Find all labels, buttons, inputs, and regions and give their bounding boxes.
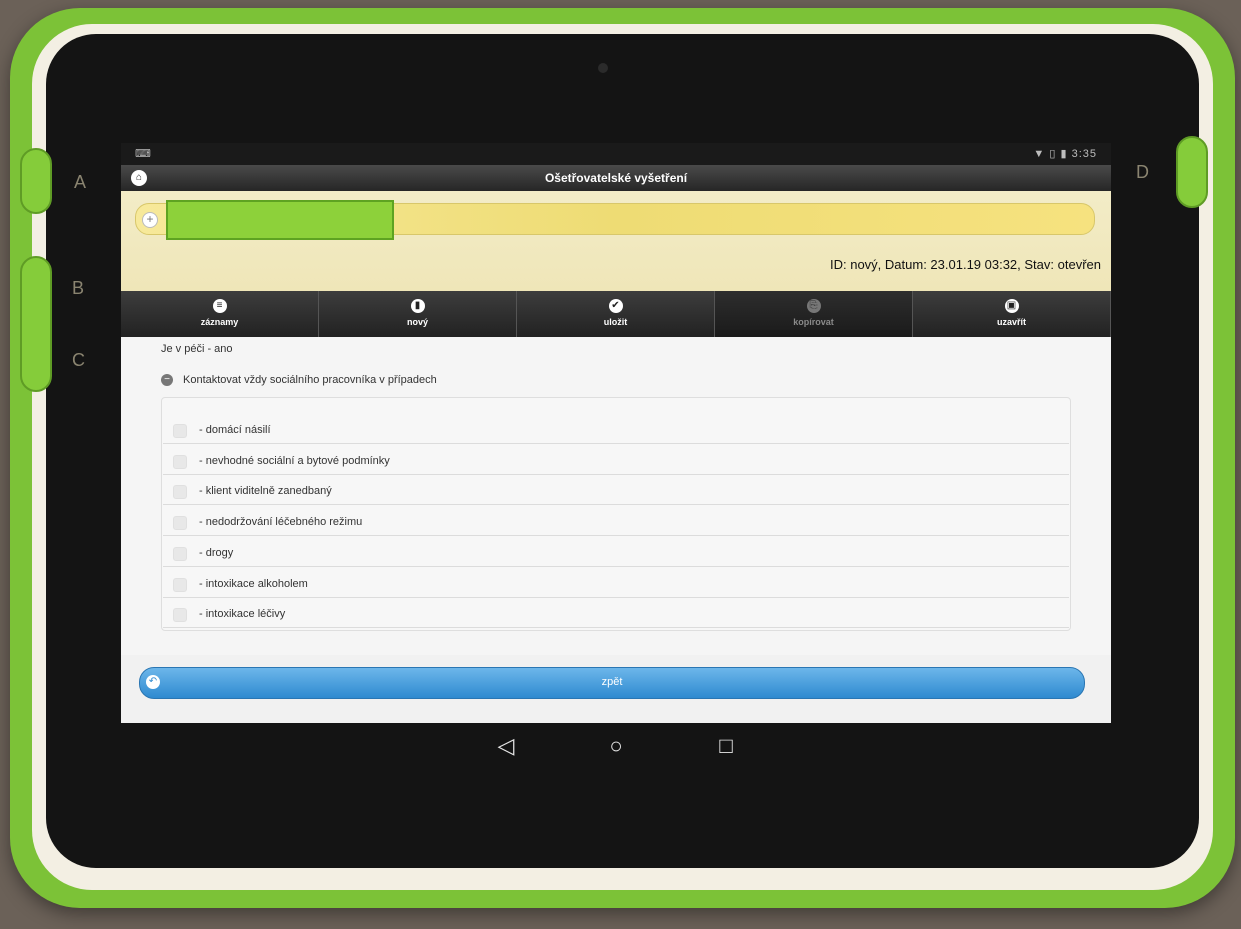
side-key-a[interactable] (20, 148, 52, 214)
tab-ulozit[interactable]: ✔ uložit (517, 291, 715, 337)
tab-label: nový (406, 317, 428, 327)
toolbar: ≡ záznamy ▮ nový ✔ uložit ⎘ kopírovat ▣ … (121, 291, 1111, 337)
status-indicators: ▼ ▯ ▮ 3:35 (1033, 147, 1097, 160)
checkbox[interactable] (173, 578, 187, 592)
tab-label: kopírovat (793, 317, 834, 327)
nav-back-icon[interactable]: ◁ (486, 733, 526, 759)
keyboard-icon: ⌨ (135, 148, 151, 160)
option-label: - intoxikace léčivy (199, 608, 286, 620)
tab-label: uložit (603, 317, 628, 327)
status-icons: ▼ ▯ ▮ (1033, 148, 1068, 160)
form-content: Je v péči - ano − Kontaktovat vždy sociá… (121, 337, 1111, 655)
clock: 3:35 (1071, 148, 1097, 160)
back-label: zpět (601, 676, 623, 688)
option-label: - domácí násilí (199, 424, 271, 436)
patient-name-redacted (166, 200, 394, 240)
patient-bar[interactable]: + (135, 200, 1095, 240)
care-status-item[interactable]: Je v péči - ano (161, 343, 233, 355)
side-letter-b: B (72, 278, 85, 298)
new-document-icon: ▮ (410, 299, 425, 313)
list-icon: ≡ (212, 299, 227, 313)
list-item[interactable]: - nevhodné sociální a bytové podmínky (163, 448, 1069, 475)
list-item[interactable]: - klient viditelně zanedbaný (163, 478, 1069, 505)
minus-icon[interactable]: − (161, 374, 173, 386)
side-letter-c: C (72, 350, 85, 370)
list-item[interactable]: - nedodržování léčebného režimu (163, 509, 1069, 536)
list-item[interactable]: - intoxikace alkoholem (163, 571, 1069, 598)
app-screen: ⌨ ▼ ▯ ▮ 3:35 ⌂ Ošetřovatelské vyšetření … (121, 143, 1111, 723)
option-label: - nevhodné sociální a bytové podmínky (199, 455, 390, 467)
nav-home-icon[interactable]: ○ (596, 733, 636, 759)
tab-kopirovat: ⎘ kopírovat (715, 291, 913, 337)
section-label: Kontaktovat vždy sociálního pracovníka v… (183, 374, 437, 386)
front-camera (598, 63, 608, 73)
side-letter-a: A (74, 172, 87, 192)
title-bar: ⌂ Ošetřovatelské vyšetření (121, 165, 1111, 191)
side-letter-d: D (1136, 162, 1149, 182)
android-navbar: ◁ ○ □ (121, 723, 1111, 769)
checkbox[interactable] (173, 424, 187, 438)
tab-novy[interactable]: ▮ nový (319, 291, 517, 337)
checkbox[interactable] (173, 547, 187, 561)
back-button[interactable]: ↶ zpět (139, 667, 1085, 699)
tab-zaznamy[interactable]: ≡ záznamy (121, 291, 319, 337)
side-key-bc[interactable] (20, 256, 52, 392)
list-item[interactable]: - drogy (163, 540, 1069, 567)
page-title: Ošetřovatelské vyšetření (544, 171, 688, 185)
checkbox[interactable] (173, 608, 187, 622)
patient-panel: + ID: nový, Datum: 23.01.19 03:32, Stav:… (121, 191, 1111, 291)
tab-label: záznamy (200, 317, 239, 327)
side-key-d[interactable] (1176, 136, 1208, 208)
list-item[interactable]: - intoxikace léčivy (163, 601, 1069, 628)
copy-icon: ⎘ (806, 299, 821, 313)
tab-uzavrit[interactable]: ▣ uzavřít (913, 291, 1111, 337)
tab-label: uzavřít (996, 317, 1026, 327)
checkbox[interactable] (173, 485, 187, 499)
checkbox[interactable] (173, 516, 187, 530)
nav-recents-icon[interactable]: □ (706, 733, 746, 759)
status-bar: ⌨ ▼ ▯ ▮ 3:35 (121, 143, 1111, 165)
check-icon: ✔ (608, 299, 623, 313)
checkbox[interactable] (173, 455, 187, 469)
option-label: - nedodržování léčebného režimu (199, 516, 363, 528)
list-item[interactable]: - domácí násilí (163, 417, 1069, 444)
option-label: - klient viditelně zanedbaný (199, 485, 332, 497)
lock-icon: ▣ (1004, 299, 1019, 313)
plus-icon[interactable]: + (142, 212, 158, 228)
option-label: - drogy (199, 547, 234, 559)
record-info: ID: nový, Datum: 23.01.19 03:32, Stav: o… (830, 257, 1101, 272)
option-label: - intoxikace alkoholem (199, 578, 308, 590)
